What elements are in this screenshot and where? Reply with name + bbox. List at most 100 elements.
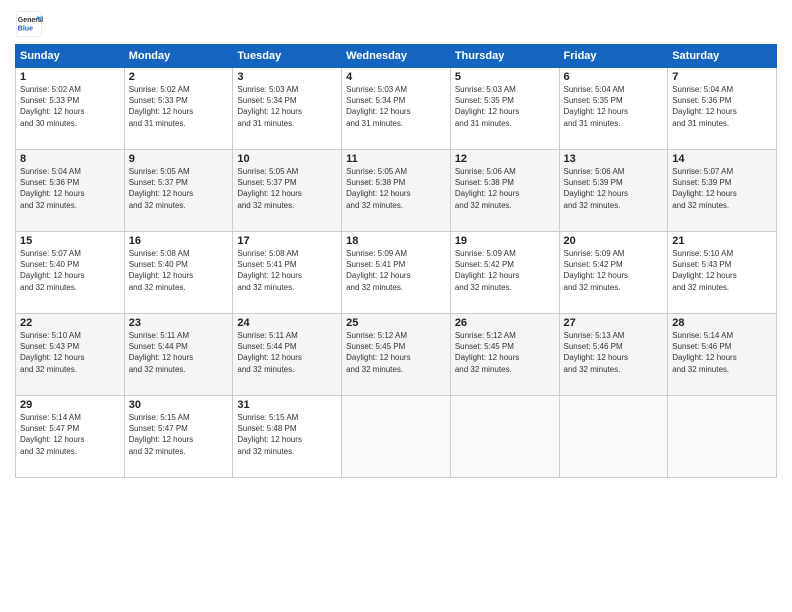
day-number: 15 — [20, 235, 120, 247]
day-number: 26 — [455, 317, 555, 329]
day-info: Sunrise: 5:09 AM Sunset: 5:41 PM Dayligh… — [346, 248, 446, 293]
day-number: 29 — [20, 399, 120, 411]
week-row-4: 22Sunrise: 5:10 AM Sunset: 5:43 PM Dayli… — [16, 314, 777, 396]
day-cell: 21Sunrise: 5:10 AM Sunset: 5:43 PM Dayli… — [668, 232, 777, 314]
day-info: Sunrise: 5:14 AM Sunset: 5:47 PM Dayligh… — [20, 412, 120, 457]
day-cell — [668, 396, 777, 478]
day-cell: 1Sunrise: 5:02 AM Sunset: 5:33 PM Daylig… — [16, 68, 125, 150]
calendar-table: SundayMondayTuesdayWednesdayThursdayFrid… — [15, 44, 777, 478]
day-number: 14 — [672, 153, 772, 165]
day-number: 10 — [237, 153, 337, 165]
day-info: Sunrise: 5:11 AM Sunset: 5:44 PM Dayligh… — [237, 330, 337, 375]
day-cell: 28Sunrise: 5:14 AM Sunset: 5:46 PM Dayli… — [668, 314, 777, 396]
day-cell: 4Sunrise: 5:03 AM Sunset: 5:34 PM Daylig… — [342, 68, 451, 150]
day-cell: 8Sunrise: 5:04 AM Sunset: 5:36 PM Daylig… — [16, 150, 125, 232]
day-info: Sunrise: 5:02 AM Sunset: 5:33 PM Dayligh… — [129, 84, 229, 129]
day-cell: 18Sunrise: 5:09 AM Sunset: 5:41 PM Dayli… — [342, 232, 451, 314]
day-cell: 24Sunrise: 5:11 AM Sunset: 5:44 PM Dayli… — [233, 314, 342, 396]
day-cell: 19Sunrise: 5:09 AM Sunset: 5:42 PM Dayli… — [450, 232, 559, 314]
day-cell: 6Sunrise: 5:04 AM Sunset: 5:35 PM Daylig… — [559, 68, 668, 150]
day-info: Sunrise: 5:05 AM Sunset: 5:38 PM Dayligh… — [346, 166, 446, 211]
day-info: Sunrise: 5:04 AM Sunset: 5:36 PM Dayligh… — [672, 84, 772, 129]
week-row-5: 29Sunrise: 5:14 AM Sunset: 5:47 PM Dayli… — [16, 396, 777, 478]
day-info: Sunrise: 5:03 AM Sunset: 5:34 PM Dayligh… — [237, 84, 337, 129]
day-info: Sunrise: 5:15 AM Sunset: 5:48 PM Dayligh… — [237, 412, 337, 457]
day-cell: 29Sunrise: 5:14 AM Sunset: 5:47 PM Dayli… — [16, 396, 125, 478]
day-number: 18 — [346, 235, 446, 247]
day-number: 2 — [129, 71, 229, 83]
week-row-2: 8Sunrise: 5:04 AM Sunset: 5:36 PM Daylig… — [16, 150, 777, 232]
day-cell — [342, 396, 451, 478]
day-number: 8 — [20, 153, 120, 165]
week-row-3: 15Sunrise: 5:07 AM Sunset: 5:40 PM Dayli… — [16, 232, 777, 314]
day-cell: 14Sunrise: 5:07 AM Sunset: 5:39 PM Dayli… — [668, 150, 777, 232]
col-header-thursday: Thursday — [450, 45, 559, 68]
header-row: General Blue — [15, 10, 777, 38]
day-cell: 13Sunrise: 5:06 AM Sunset: 5:39 PM Dayli… — [559, 150, 668, 232]
day-cell: 11Sunrise: 5:05 AM Sunset: 5:38 PM Dayli… — [342, 150, 451, 232]
day-number: 3 — [237, 71, 337, 83]
day-number: 7 — [672, 71, 772, 83]
day-number: 6 — [564, 71, 664, 83]
day-number: 28 — [672, 317, 772, 329]
day-info: Sunrise: 5:15 AM Sunset: 5:47 PM Dayligh… — [129, 412, 229, 457]
day-number: 4 — [346, 71, 446, 83]
day-cell: 25Sunrise: 5:12 AM Sunset: 5:45 PM Dayli… — [342, 314, 451, 396]
day-cell: 9Sunrise: 5:05 AM Sunset: 5:37 PM Daylig… — [124, 150, 233, 232]
day-number: 22 — [20, 317, 120, 329]
day-info: Sunrise: 5:04 AM Sunset: 5:36 PM Dayligh… — [20, 166, 120, 211]
day-info: Sunrise: 5:12 AM Sunset: 5:45 PM Dayligh… — [346, 330, 446, 375]
day-number: 12 — [455, 153, 555, 165]
day-number: 27 — [564, 317, 664, 329]
svg-text:Blue: Blue — [18, 25, 33, 32]
day-info: Sunrise: 5:02 AM Sunset: 5:33 PM Dayligh… — [20, 84, 120, 129]
day-number: 23 — [129, 317, 229, 329]
logo: General Blue — [15, 10, 47, 38]
day-cell: 20Sunrise: 5:09 AM Sunset: 5:42 PM Dayli… — [559, 232, 668, 314]
day-cell: 5Sunrise: 5:03 AM Sunset: 5:35 PM Daylig… — [450, 68, 559, 150]
day-number: 1 — [20, 71, 120, 83]
day-cell: 10Sunrise: 5:05 AM Sunset: 5:37 PM Dayli… — [233, 150, 342, 232]
day-info: Sunrise: 5:06 AM Sunset: 5:39 PM Dayligh… — [564, 166, 664, 211]
day-number: 17 — [237, 235, 337, 247]
day-info: Sunrise: 5:03 AM Sunset: 5:35 PM Dayligh… — [455, 84, 555, 129]
day-cell: 12Sunrise: 5:06 AM Sunset: 5:38 PM Dayli… — [450, 150, 559, 232]
day-cell: 22Sunrise: 5:10 AM Sunset: 5:43 PM Dayli… — [16, 314, 125, 396]
day-number: 25 — [346, 317, 446, 329]
day-info: Sunrise: 5:11 AM Sunset: 5:44 PM Dayligh… — [129, 330, 229, 375]
day-cell: 17Sunrise: 5:08 AM Sunset: 5:41 PM Dayli… — [233, 232, 342, 314]
day-number: 31 — [237, 399, 337, 411]
day-number: 5 — [455, 71, 555, 83]
day-info: Sunrise: 5:09 AM Sunset: 5:42 PM Dayligh… — [455, 248, 555, 293]
day-cell: 30Sunrise: 5:15 AM Sunset: 5:47 PM Dayli… — [124, 396, 233, 478]
day-info: Sunrise: 5:05 AM Sunset: 5:37 PM Dayligh… — [237, 166, 337, 211]
calendar-container: General Blue SundayMondayTuesdayWednesda… — [0, 0, 792, 612]
day-number: 24 — [237, 317, 337, 329]
day-cell: 7Sunrise: 5:04 AM Sunset: 5:36 PM Daylig… — [668, 68, 777, 150]
day-number: 9 — [129, 153, 229, 165]
day-cell — [559, 396, 668, 478]
day-info: Sunrise: 5:14 AM Sunset: 5:46 PM Dayligh… — [672, 330, 772, 375]
day-number: 21 — [672, 235, 772, 247]
day-info: Sunrise: 5:06 AM Sunset: 5:38 PM Dayligh… — [455, 166, 555, 211]
header-row-days: SundayMondayTuesdayWednesdayThursdayFrid… — [16, 45, 777, 68]
day-cell: 23Sunrise: 5:11 AM Sunset: 5:44 PM Dayli… — [124, 314, 233, 396]
day-info: Sunrise: 5:08 AM Sunset: 5:40 PM Dayligh… — [129, 248, 229, 293]
day-info: Sunrise: 5:03 AM Sunset: 5:34 PM Dayligh… — [346, 84, 446, 129]
day-number: 13 — [564, 153, 664, 165]
day-number: 19 — [455, 235, 555, 247]
col-header-tuesday: Tuesday — [233, 45, 342, 68]
col-header-saturday: Saturday — [668, 45, 777, 68]
week-row-1: 1Sunrise: 5:02 AM Sunset: 5:33 PM Daylig… — [16, 68, 777, 150]
day-info: Sunrise: 5:07 AM Sunset: 5:40 PM Dayligh… — [20, 248, 120, 293]
logo-icon: General Blue — [15, 10, 43, 38]
day-cell — [450, 396, 559, 478]
day-cell: 15Sunrise: 5:07 AM Sunset: 5:40 PM Dayli… — [16, 232, 125, 314]
day-cell: 31Sunrise: 5:15 AM Sunset: 5:48 PM Dayli… — [233, 396, 342, 478]
day-info: Sunrise: 5:07 AM Sunset: 5:39 PM Dayligh… — [672, 166, 772, 211]
day-info: Sunrise: 5:04 AM Sunset: 5:35 PM Dayligh… — [564, 84, 664, 129]
day-info: Sunrise: 5:10 AM Sunset: 5:43 PM Dayligh… — [672, 248, 772, 293]
day-number: 16 — [129, 235, 229, 247]
col-header-monday: Monday — [124, 45, 233, 68]
col-header-wednesday: Wednesday — [342, 45, 451, 68]
